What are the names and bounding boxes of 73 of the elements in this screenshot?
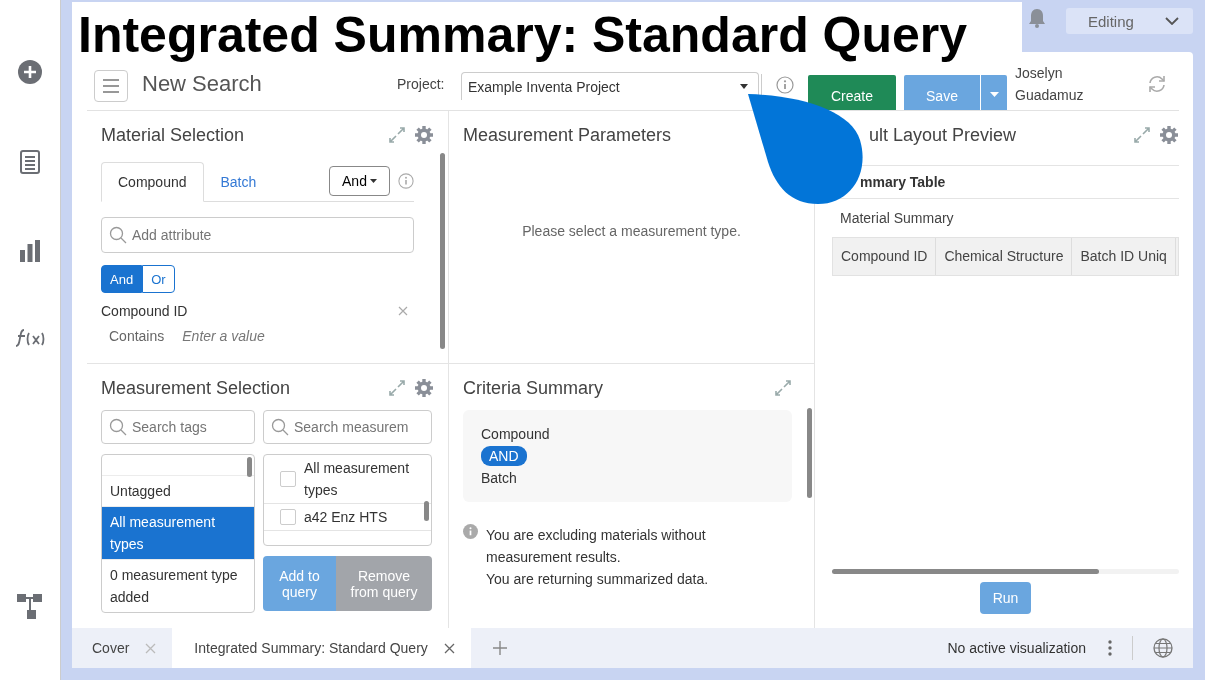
menu-button[interactable]: [94, 70, 128, 102]
info-icon[interactable]: [776, 76, 794, 94]
column-header: Chemical Structure: [936, 238, 1073, 275]
expand-icon[interactable]: [388, 379, 406, 397]
document-tab[interactable]: Integrated Summary: Standard Query: [172, 628, 471, 668]
page-title: New Search: [142, 71, 263, 97]
add-tab-icon[interactable]: [492, 641, 507, 655]
create-button[interactable]: Create: [808, 75, 896, 110]
tab[interactable]: Batch: [203, 161, 274, 202]
info-note: You are excluding materials without measurement results.: [486, 526, 707, 567]
column-header: Batch ID Uniq: [1072, 238, 1176, 275]
save-menu-button[interactable]: [980, 75, 1007, 110]
add-icon[interactable]: [18, 60, 42, 84]
scrollbar[interactable]: [424, 501, 429, 521]
measurement-search-field[interactable]: Search measurem: [263, 410, 432, 444]
tab[interactable]: Compound: [101, 161, 204, 202]
condition-label[interactable]: Contains: [109, 328, 165, 344]
operator-badge: AND: [481, 446, 527, 466]
hierarchy-icon[interactable]: [17, 594, 43, 620]
globe-icon[interactable]: [1153, 638, 1173, 658]
table-section: Material Summary: [832, 199, 1179, 237]
tab-label[interactable]: Cover: [92, 640, 130, 656]
settings-icon[interactable]: [414, 125, 434, 145]
criteria-item: Compound: [481, 426, 550, 442]
scrollbar[interactable]: [440, 153, 445, 349]
bar-chart-icon[interactable]: [20, 240, 40, 262]
settings-icon[interactable]: [414, 378, 434, 398]
criteria-item: Batch: [481, 470, 517, 486]
tag-search-field[interactable]: Search tags: [101, 410, 255, 444]
caret-icon: [369, 179, 377, 183]
menu-item[interactable]: 0 measurement type added: [102, 559, 254, 612]
panel-title: Criteria Summary: [463, 377, 604, 399]
chevron-icon: [1165, 17, 1179, 25]
measurement-label: a42 Enz HTS: [304, 508, 388, 527]
refresh-icon[interactable]: [1147, 74, 1167, 94]
expand-icon[interactable]: [388, 126, 406, 144]
checkbox[interactable]: [280, 509, 296, 525]
function-icon[interactable]: [15, 328, 45, 348]
bell-icon[interactable]: [1028, 8, 1046, 28]
info-icon[interactable]: [398, 173, 414, 189]
scrollbar[interactable]: [807, 408, 812, 498]
tab-label[interactable]: Integrated Summary: Standard Query: [194, 640, 428, 656]
panel-title: ult Layout Preview: [868, 124, 1017, 146]
settings-icon[interactable]: [1159, 125, 1179, 145]
scrollbar[interactable]: [832, 569, 1100, 574]
column-header: Compound ID: [833, 238, 937, 275]
panel-title: Material Selection: [101, 124, 245, 146]
operator-dropdown[interactable]: And: [329, 166, 390, 196]
info-icon: [463, 524, 478, 539]
close-icon[interactable]: [443, 642, 455, 654]
expand-icon[interactable]: [1133, 126, 1151, 144]
panel-title: Measurement Selection: [101, 377, 291, 399]
more-icon[interactable]: [1108, 640, 1112, 656]
project-label: Project:: [397, 76, 446, 92]
scrollbar[interactable]: [247, 457, 252, 477]
criterion-name: Compound ID: [101, 303, 188, 319]
document-list-icon[interactable]: [20, 150, 40, 174]
checkbox[interactable]: [280, 471, 296, 487]
logic-toggle[interactable]: Or: [142, 265, 175, 293]
info-note: You are returning summarized data.: [486, 570, 710, 589]
menu-icon: [103, 79, 119, 93]
panel-title: Measurement Parameters: [463, 124, 672, 146]
document-tab[interactable]: Cover: [72, 628, 173, 668]
mode-dropdown[interactable]: Editing: [1066, 8, 1193, 34]
project-dropdown[interactable]: Example Inventa Project: [461, 72, 759, 100]
menu-item[interactable]: All measurement types: [102, 506, 254, 559]
attribute-search-field[interactable]: Add attribute: [101, 217, 414, 253]
status-text: No active visualization: [947, 640, 1086, 656]
caret-icon: [989, 92, 999, 97]
logic-toggle[interactable]: And: [101, 265, 143, 293]
empty-message: Please select a measurement type.: [522, 223, 741, 241]
caret-icon: [740, 84, 748, 89]
expand-icon[interactable]: [774, 379, 792, 397]
